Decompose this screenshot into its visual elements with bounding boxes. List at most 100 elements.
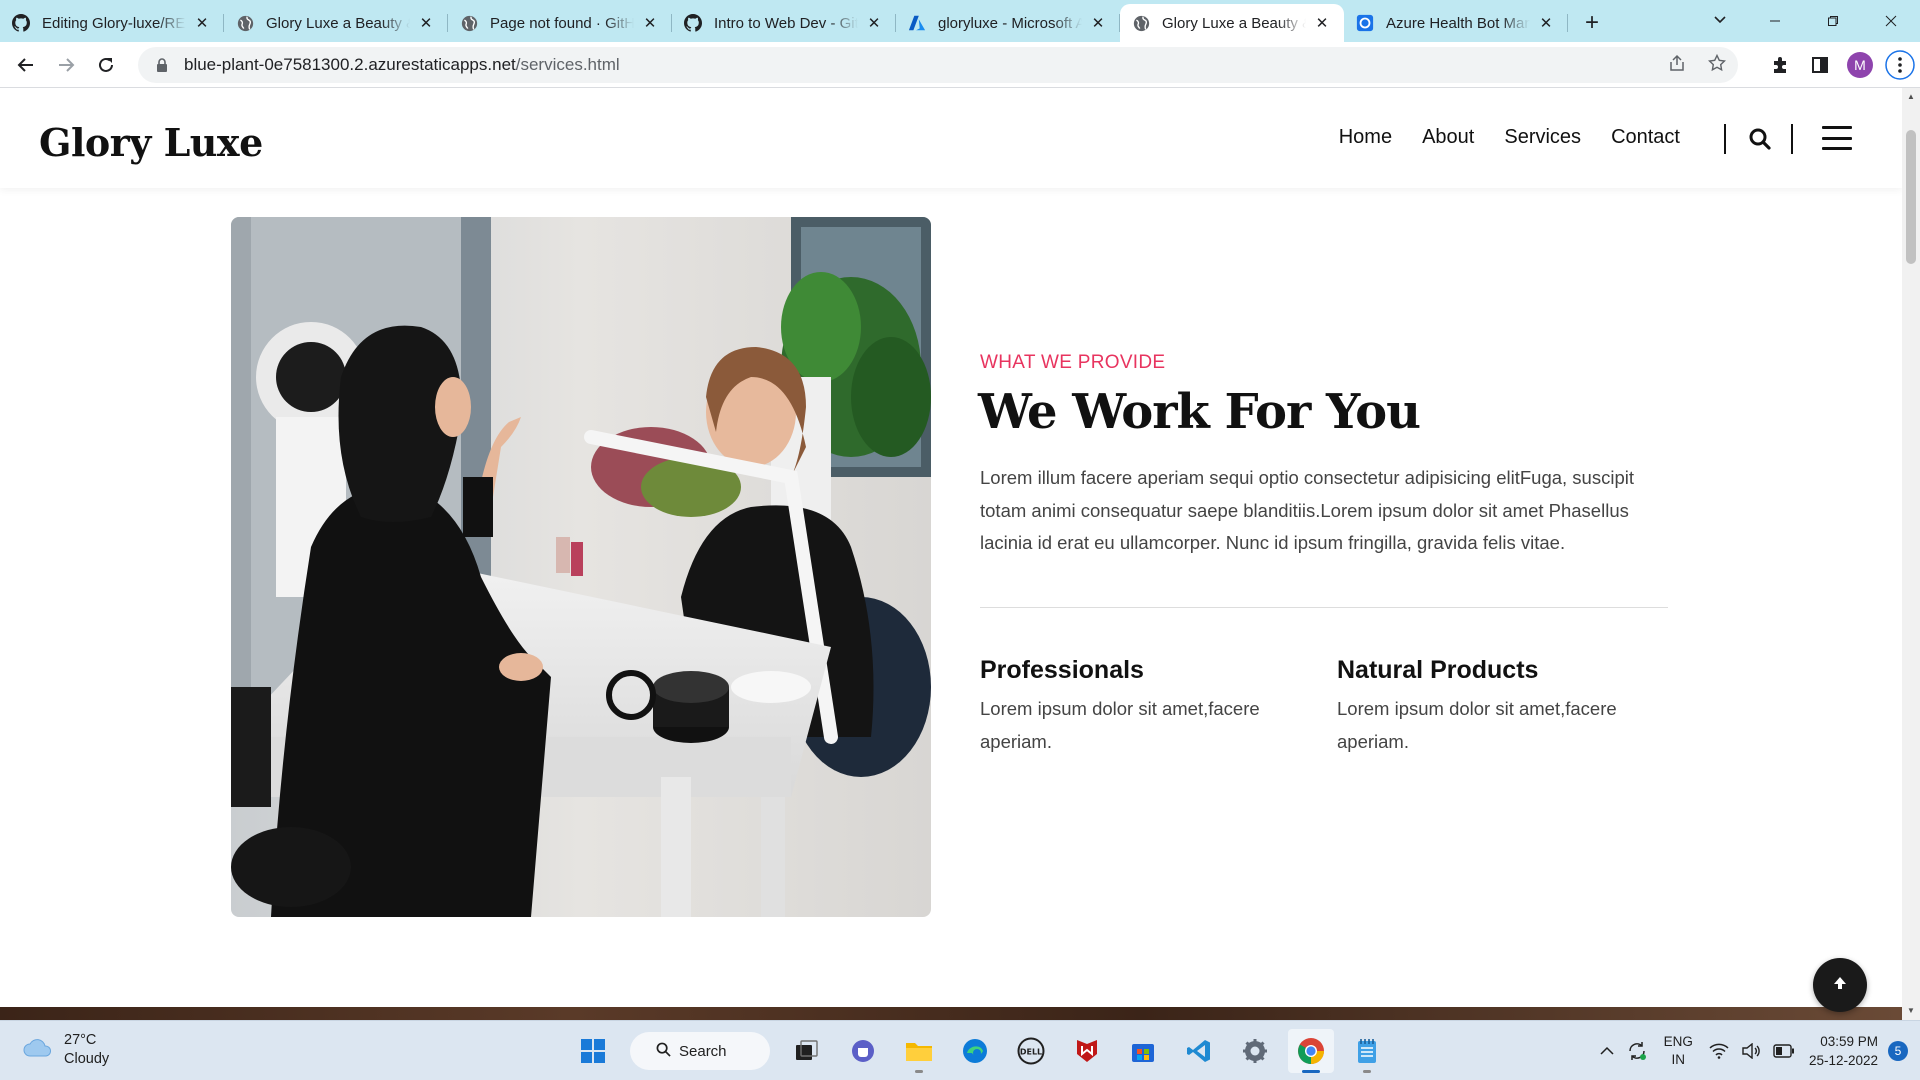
task-view-icon[interactable] [784,1029,830,1073]
salon-photo [231,217,931,917]
side-panel-icon[interactable] [1800,45,1840,85]
globe-icon [1132,14,1150,32]
profile-avatar[interactable]: M [1840,45,1880,85]
browser-tab[interactable]: Azure Health Bot Management ✕ [1344,4,1568,42]
close-icon[interactable]: ✕ [1088,13,1108,33]
reload-icon[interactable] [86,45,126,85]
weather-temp: 27°C [64,1032,97,1048]
input-language-indicator[interactable]: ENG IN [1654,1033,1703,1069]
close-icon[interactable]: ✕ [640,13,660,33]
scroll-up-arrow-icon[interactable]: ▲ [1906,92,1916,102]
scroll-down-arrow-icon[interactable]: ▼ [1906,1006,1916,1016]
dell-icon[interactable]: DELL [1008,1029,1054,1073]
restore-icon[interactable] [1804,0,1862,42]
feature-text: Lorem ipsum dolor sit amet,facere aperia… [980,698,1260,752]
globe-icon [236,14,254,32]
browser-toolbar: blue-plant-0e7581300.2.azurestaticapps.n… [0,42,1920,88]
back-to-top-button[interactable] [1813,958,1867,1012]
new-tab-button[interactable]: + [1572,4,1612,42]
browser-tab[interactable]: gloryluxe - Microsoft Azure ✕ [896,4,1120,42]
sync-icon[interactable] [1620,1021,1654,1080]
chevron-up-icon[interactable] [1594,1021,1620,1080]
clock-date: 25-12-2022 [1808,1053,1878,1068]
nav-services[interactable]: Services [1504,126,1581,149]
nav-contact[interactable]: Contact [1611,126,1680,149]
bookmark-star-icon[interactable] [1707,53,1727,77]
nav-divider [1791,124,1793,154]
minimize-icon[interactable] [1746,0,1804,42]
section-title: We Work For You [978,384,1421,440]
window-controls [1746,0,1920,42]
volume-icon[interactable] [1735,1021,1767,1080]
wifi-icon[interactable] [1703,1021,1735,1080]
tab-title: Intro to Web Dev - GitHub [714,14,858,32]
arrow-up-icon [1832,975,1848,996]
nav-divider [1724,124,1726,154]
nav-home[interactable]: Home [1339,126,1392,149]
tab-title: Glory Luxe a Beauty & Spa [1162,14,1306,32]
close-window-icon[interactable] [1862,0,1920,42]
lock-icon[interactable] [152,58,172,72]
lang-bottom: IN [1671,1052,1686,1067]
vscode-icon[interactable] [1176,1029,1222,1073]
close-icon[interactable]: ✕ [192,13,212,33]
page-viewport: Glory Luxe Home About Services Contact W… [0,88,1902,1020]
feature-title: Natural Products [1337,656,1539,684]
tab-search-chevron-icon[interactable] [1700,0,1740,38]
main-nav: Home About Services Contact [1339,126,1680,149]
next-section-image-edge [0,1007,1902,1020]
notepad-icon[interactable] [1344,1029,1390,1073]
address-bar[interactable]: blue-plant-0e7581300.2.azurestaticapps.n… [138,47,1738,83]
browser-tab[interactable]: Page not found · GitHub ✕ [448,4,672,42]
section-lead: Lorem illum facere aperiam sequi optio c… [980,467,1634,553]
browser-tab-active[interactable]: Glory Luxe a Beauty & Spa ✕ [1120,4,1344,42]
notification-badge[interactable]: 5 [1888,1041,1908,1061]
tab-title: gloryluxe - Microsoft Azure [938,14,1082,32]
chrome-icon[interactable] [1288,1029,1334,1073]
close-icon[interactable]: ✕ [416,13,436,33]
windows-taskbar: 27°C Cloudy Search DELL ENG IN 03:59 PM … [0,1020,1920,1080]
file-explorer-icon[interactable] [896,1029,942,1073]
cloud-icon [22,1036,54,1065]
lang-top: ENG [1663,1034,1693,1049]
search-icon[interactable] [1745,124,1775,154]
extensions-puzzle-icon[interactable] [1760,45,1800,85]
weather-widget[interactable]: 27°C Cloudy [22,1031,109,1069]
hamburger-menu-icon[interactable] [1822,126,1852,150]
weather-desc: Cloudy [64,1051,110,1067]
browser-menu-icon[interactable] [1880,45,1920,85]
browser-tab[interactable]: Editing Glory-luxe/README ✕ [0,4,224,42]
clock-time: 03:59 PM [1820,1034,1878,1049]
tab-title: Azure Health Bot Management [1386,14,1530,32]
windows-start-icon[interactable] [570,1029,616,1073]
settings-gear-icon[interactable] [1232,1029,1278,1073]
tab-title: Editing Glory-luxe/README [42,14,186,32]
scrollbar-thumb[interactable] [1906,130,1916,264]
back-arrow-icon[interactable] [6,45,46,85]
azure-icon [908,14,926,32]
browser-tab[interactable]: Intro to Web Dev - GitHub ✕ [672,4,896,42]
browser-tab[interactable]: Glory Luxe a Beauty & Spa ✕ [224,4,448,42]
site-logo[interactable]: Glory Luxe [39,120,263,165]
mcafee-icon[interactable] [1064,1029,1110,1073]
edge-browser-icon[interactable] [952,1029,998,1073]
nav-about[interactable]: About [1422,126,1474,149]
tab-title: Page not found · GitHub [490,14,634,32]
close-icon[interactable]: ✕ [1536,13,1556,33]
healthbot-icon [1356,14,1374,32]
feature-title: Professionals [980,656,1144,684]
system-clock[interactable]: 03:59 PM 25-12-2022 [1801,1032,1888,1070]
microsoft-store-icon[interactable] [1120,1029,1166,1073]
share-icon[interactable] [1668,54,1686,77]
close-icon[interactable]: ✕ [1312,13,1332,33]
close-icon[interactable]: ✕ [864,13,884,33]
battery-icon[interactable] [1767,1021,1801,1080]
teams-chat-icon[interactable] [840,1029,886,1073]
taskbar-apps: Search DELL [570,1029,1390,1073]
url-host: blue-plant-0e7581300.2.azurestaticapps.n… [184,55,516,74]
system-tray: ENG IN 03:59 PM 25-12-2022 5 [1594,1021,1920,1080]
taskbar-search-box[interactable]: Search [630,1032,770,1070]
forward-arrow-icon[interactable] [46,45,86,85]
search-icon [656,1042,671,1061]
page-scrollbar[interactable]: ▲ ▼ [1902,88,1920,1020]
